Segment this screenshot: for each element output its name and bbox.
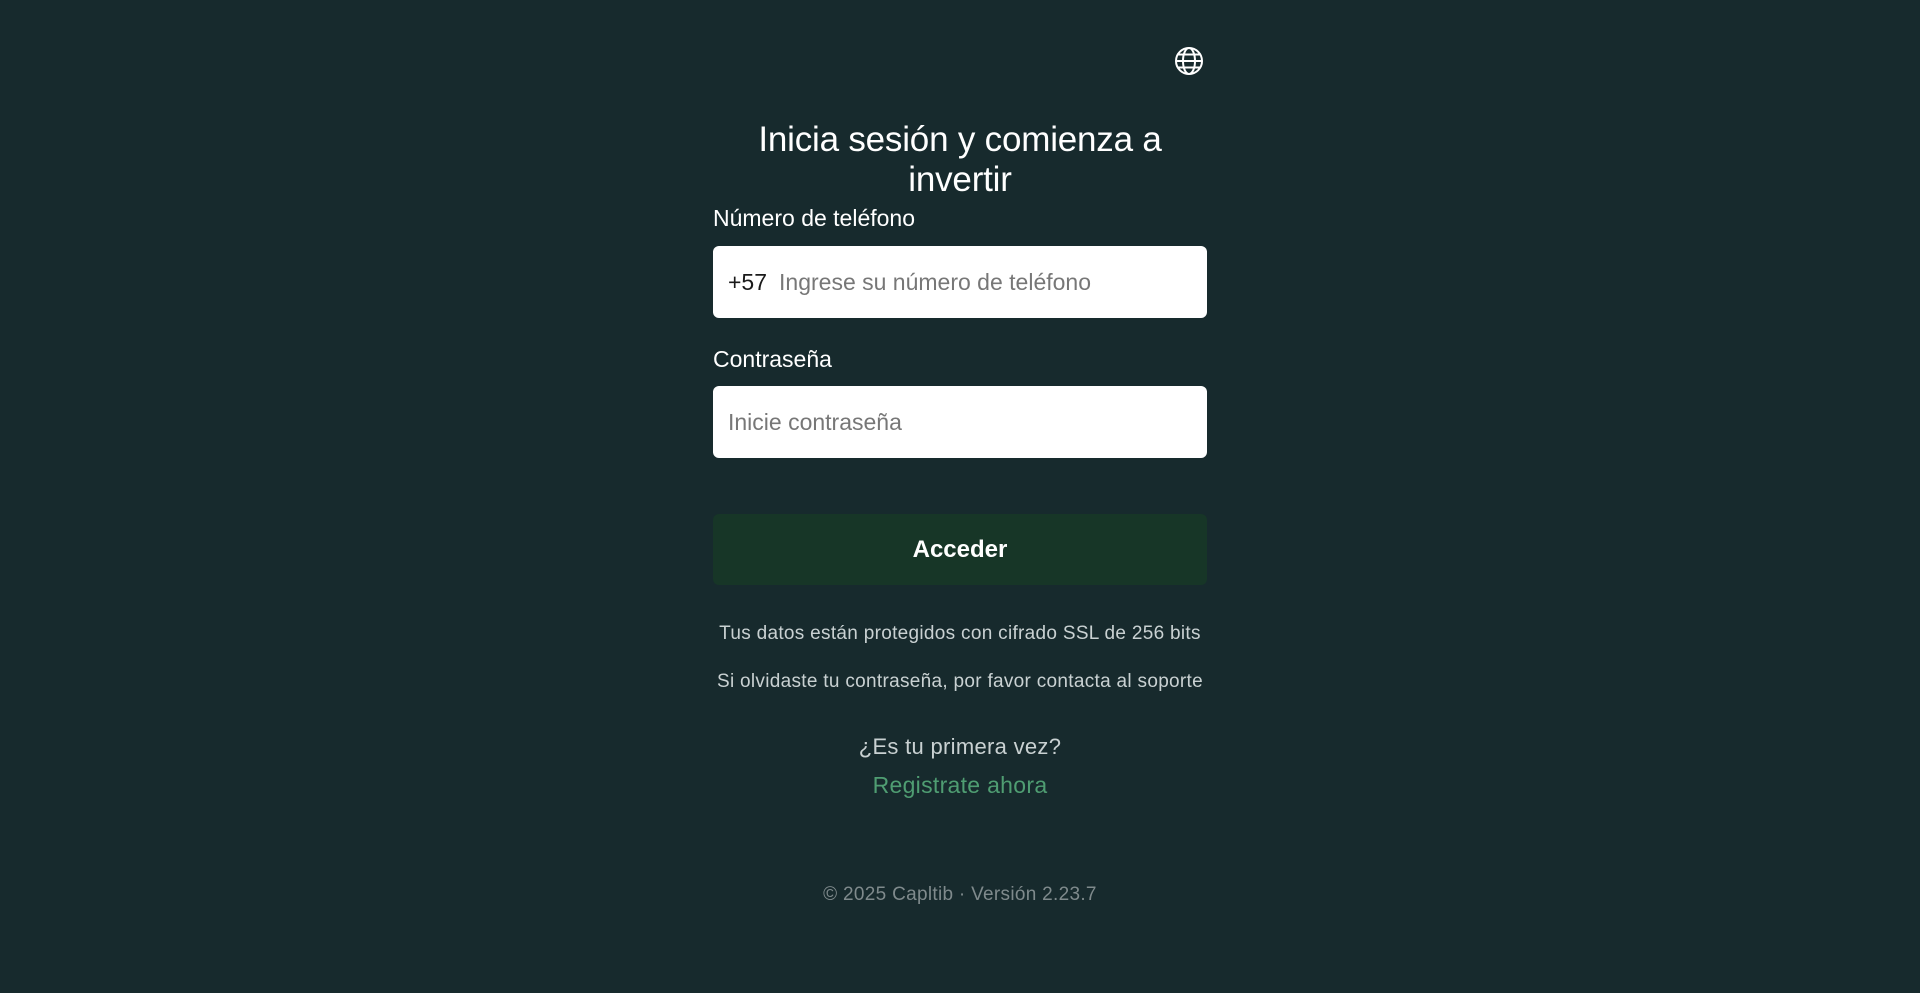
login-button[interactable]: Acceder bbox=[713, 514, 1207, 585]
globe-icon[interactable] bbox=[1174, 46, 1204, 76]
login-page: Inicia sesión y comienza a invertir Núme… bbox=[0, 0, 1920, 993]
register-link[interactable]: Registrate ahora bbox=[873, 772, 1048, 798]
password-label: Contraseña bbox=[713, 346, 832, 372]
password-input[interactable] bbox=[713, 386, 1207, 458]
phone-field[interactable]: +57 bbox=[713, 246, 1207, 318]
country-code-prefix: +57 bbox=[728, 268, 768, 295]
footer-version: © 2025 Capltib · Versión 2.23.7 bbox=[823, 884, 1097, 905]
forgot-password-note: Si olvidaste tu contraseña, por favor co… bbox=[716, 671, 1204, 692]
phone-input[interactable] bbox=[779, 246, 1207, 318]
ssl-note: Tus datos están protegidos con cifrado S… bbox=[719, 623, 1201, 644]
phone-label: Número de teléfono bbox=[713, 205, 916, 231]
first-time-text: ¿Es tu primera vez? bbox=[858, 734, 1062, 759]
page-title: Inicia sesión y comienza a invertir bbox=[758, 120, 1162, 199]
register-container: Registrate ahora bbox=[713, 772, 1207, 799]
password-field[interactable] bbox=[713, 386, 1207, 458]
